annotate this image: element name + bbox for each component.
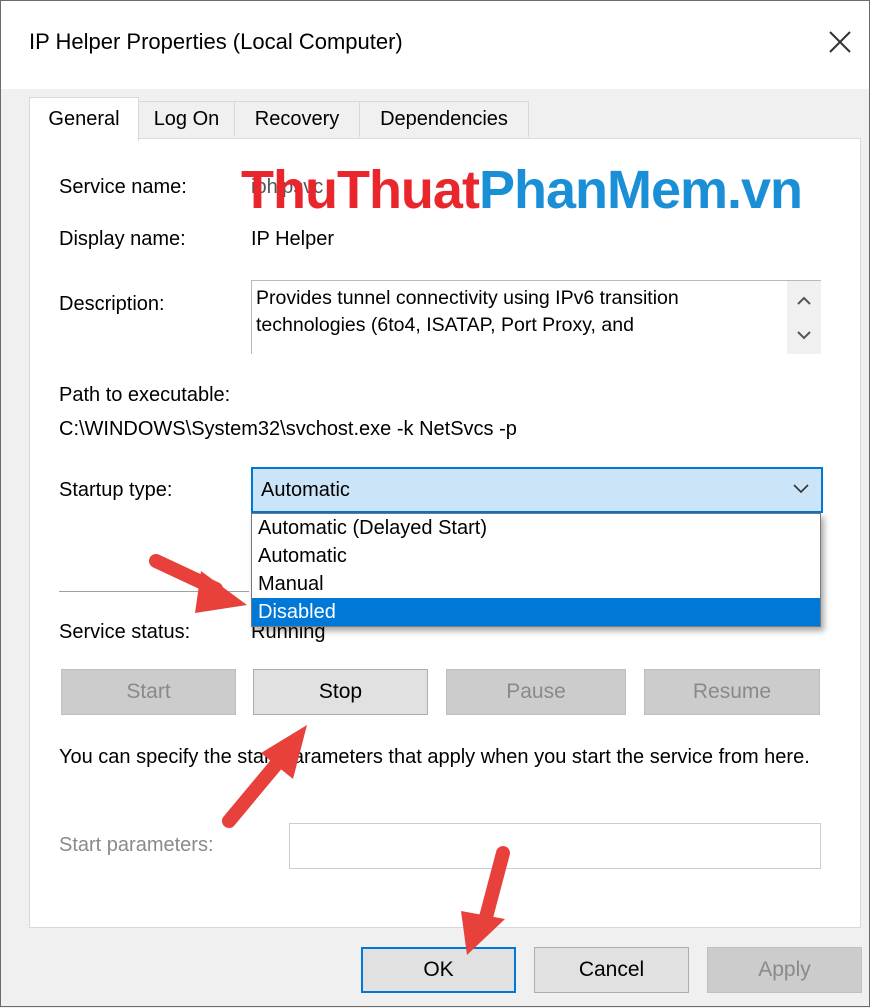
path-value: C:\WINDOWS\System32\svchost.exe -k NetSv…	[59, 418, 517, 440]
startup-option-disabled[interactable]: Disabled	[252, 598, 820, 626]
title-bar: IP Helper Properties (Local Computer)	[1, 1, 869, 89]
path-label: Path to executable:	[59, 384, 231, 406]
description-text: Provides tunnel connectivity using IPv6 …	[256, 287, 679, 336]
start-params-hint: You can specify the start parameters tha…	[59, 746, 810, 768]
tab-label: Dependencies	[380, 108, 508, 130]
chevron-down-icon	[793, 484, 809, 494]
close-button[interactable]	[817, 19, 863, 65]
tab-label: General	[48, 108, 120, 130]
display-name-label: Display name:	[59, 228, 186, 250]
tab-label: Log On	[153, 108, 220, 130]
watermark-logo: ThuThuatPhanMem.vn	[241, 160, 803, 220]
chevron-down-icon	[797, 331, 811, 340]
ok-button[interactable]: OK	[361, 947, 516, 993]
display-name-value: IP Helper	[251, 228, 335, 250]
properties-dialog: IP Helper Properties (Local Computer) Ge…	[0, 0, 870, 1007]
tab-general[interactable]: General	[29, 97, 139, 141]
service-status-label: Service status:	[59, 621, 191, 643]
startup-option-delayed[interactable]: Automatic (Delayed Start)	[252, 514, 820, 542]
resume-button[interactable]: Resume	[644, 669, 820, 715]
separator	[59, 591, 249, 592]
window-title: IP Helper Properties (Local Computer)	[29, 29, 403, 54]
service-name-label: Service name:	[59, 176, 187, 198]
description-box[interactable]: Provides tunnel connectivity using IPv6 …	[251, 280, 821, 354]
start-params-input[interactable]	[289, 823, 821, 869]
startup-option-automatic[interactable]: Automatic	[252, 542, 820, 570]
scroll-down-button[interactable]	[787, 317, 821, 353]
description-label: Description:	[59, 293, 165, 315]
start-params-label: Start parameters:	[59, 834, 214, 856]
startup-type-select[interactable]: Automatic	[251, 467, 823, 513]
tab-recovery[interactable]: Recovery	[234, 101, 360, 137]
tab-log-on[interactable]: Log On	[138, 101, 235, 137]
stop-button[interactable]: Stop	[253, 669, 428, 715]
scroll-up-button[interactable]	[787, 283, 821, 319]
start-button[interactable]: Start	[61, 669, 236, 715]
pause-button[interactable]: Pause	[446, 669, 626, 715]
close-icon	[829, 31, 851, 53]
tab-label: Recovery	[254, 108, 340, 130]
chevron-up-icon	[797, 296, 811, 305]
startup-type-label: Startup type:	[59, 479, 173, 501]
tab-dependencies[interactable]: Dependencies	[359, 101, 529, 137]
description-scrollbar[interactable]	[787, 281, 821, 354]
startup-type-selected: Automatic	[261, 479, 350, 501]
dropdown-arrow	[791, 481, 811, 500]
apply-button[interactable]: Apply	[707, 947, 862, 993]
cancel-button[interactable]: Cancel	[534, 947, 689, 993]
startup-type-dropdown: Automatic (Delayed Start) Automatic Manu…	[251, 513, 821, 627]
startup-option-manual[interactable]: Manual	[252, 570, 820, 598]
